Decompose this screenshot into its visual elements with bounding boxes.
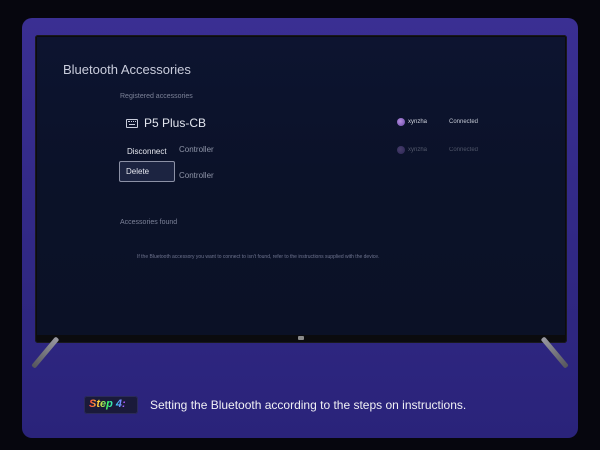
step-badge-text: Step 4:	[89, 398, 126, 410]
connection-status: Connected	[449, 147, 479, 153]
user-avatar-icon	[397, 118, 405, 126]
page-title: Bluetooth Accessories	[63, 62, 191, 77]
step-badge: Step 4:	[84, 396, 138, 414]
device-row-controller[interactable]: Controller xynzha Connected	[123, 145, 495, 157]
delete-label: Delete	[126, 167, 150, 176]
instruction-caption: Setting the Bluetooth according to the s…	[150, 398, 467, 412]
keyboard-icon	[126, 119, 138, 128]
connection-status: Connected	[449, 119, 479, 125]
controller-label: Controller	[179, 145, 214, 154]
device-row-p5-plus[interactable]: P5 Plus-CB xynzha Connected	[123, 115, 495, 131]
accessories-found-label: Accessories found	[120, 219, 178, 226]
delete-option[interactable]: Delete	[119, 161, 175, 182]
controller-label-2: Controller	[179, 171, 214, 180]
disconnect-option[interactable]: Disconnect	[127, 147, 167, 156]
user-avatar-icon	[397, 146, 405, 154]
user-name: xynzha	[408, 119, 428, 125]
user-name: xynzha	[408, 147, 428, 153]
tv-logo	[298, 336, 304, 340]
tv-screen: Bluetooth Accessories Registered accesso…	[37, 37, 565, 335]
found-note: If the Bluetooth accessory you want to c…	[137, 254, 380, 260]
registered-accessories-label: Registered accessories	[120, 93, 193, 100]
page: Bluetooth Accessories Registered accesso…	[0, 0, 600, 450]
device-name: P5 Plus-CB	[144, 116, 207, 130]
